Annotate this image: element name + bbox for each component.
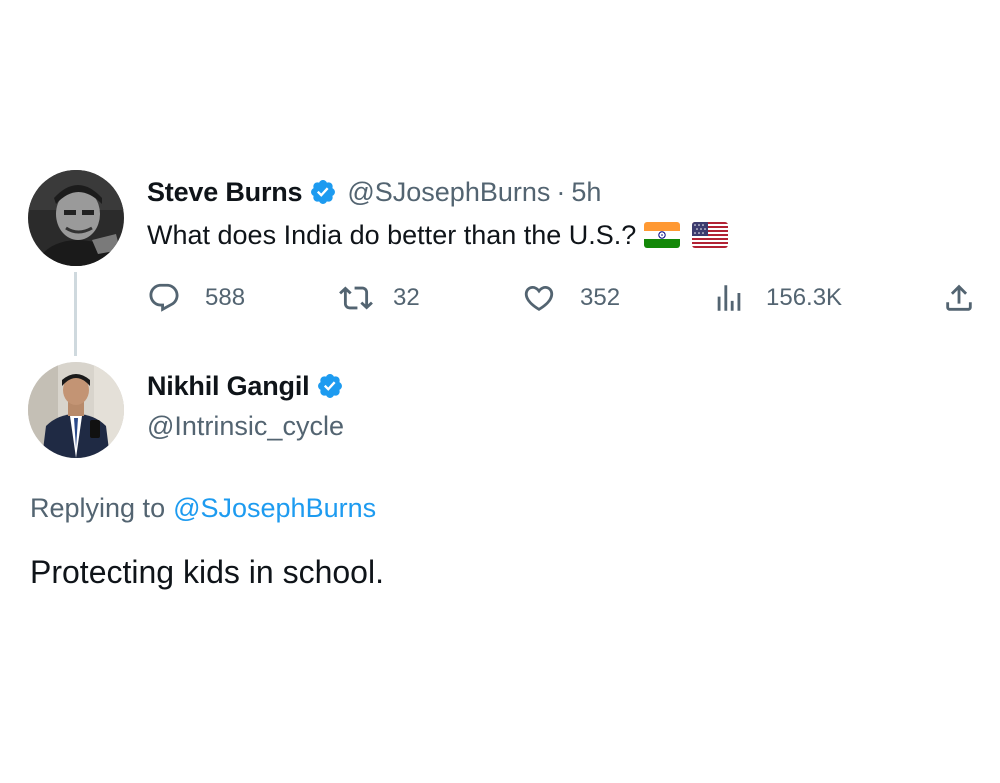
tweet-actions-bar: 588 32 352 156.3K: [147, 278, 977, 318]
replying-to-label: Replying to: [30, 492, 166, 523]
tweet-header: Steve Burns @SJosephBurns · 5h: [147, 172, 601, 212]
reply-count: 588: [205, 284, 246, 311]
avatar-nikhil-gangil[interactable]: [28, 362, 124, 458]
like-button[interactable]: 352: [522, 278, 620, 318]
views-button[interactable]: 156.3K: [712, 278, 842, 318]
separator-dot: ·: [556, 176, 566, 207]
flag-india-icon: [644, 222, 681, 248]
reply-text: Protecting kids in school.: [30, 553, 384, 590]
tweet-timestamp[interactable]: 5h: [571, 177, 601, 208]
thread-connector-line: [74, 272, 77, 356]
author-handle[interactable]: @SJosephBurns: [347, 177, 550, 208]
replying-to-mention-link[interactable]: @SJosephBurns: [173, 493, 376, 524]
replying-to-line: Replying to @SJosephBurns: [30, 488, 376, 528]
view-count: 156.3K: [766, 284, 843, 311]
avatar-image: [28, 362, 124, 458]
retweet-icon: [339, 286, 373, 310]
avatar-steve-burns[interactable]: [28, 170, 124, 266]
tweet-body: What does India do better than the U.S.?: [147, 219, 637, 250]
speech-bubble-icon: [149, 283, 179, 312]
flag-usa-icon: [692, 222, 729, 248]
bar-chart-icon: [717, 285, 741, 311]
share-upload-icon: [946, 284, 972, 311]
reply-header: Nikhil Gangil: [147, 366, 344, 406]
tweet-text: What does India do better than the U.S.?: [147, 214, 729, 256]
avatar-image: [28, 170, 124, 266]
author-name[interactable]: Steve Burns: [147, 177, 303, 208]
heart-icon: [524, 285, 554, 311]
retweet-button[interactable]: 32: [339, 278, 420, 318]
verified-badge-icon[interactable]: [309, 178, 337, 206]
reply-author-name[interactable]: Nikhil Gangil: [147, 371, 310, 402]
verified-badge-icon[interactable]: [316, 372, 344, 400]
like-count: 352: [580, 284, 621, 311]
reply-author-handle[interactable]: @Intrinsic_cycle: [147, 406, 344, 446]
reply-button[interactable]: 588: [147, 278, 245, 318]
retweet-count: 32: [393, 284, 420, 311]
share-button[interactable]: [942, 278, 976, 318]
